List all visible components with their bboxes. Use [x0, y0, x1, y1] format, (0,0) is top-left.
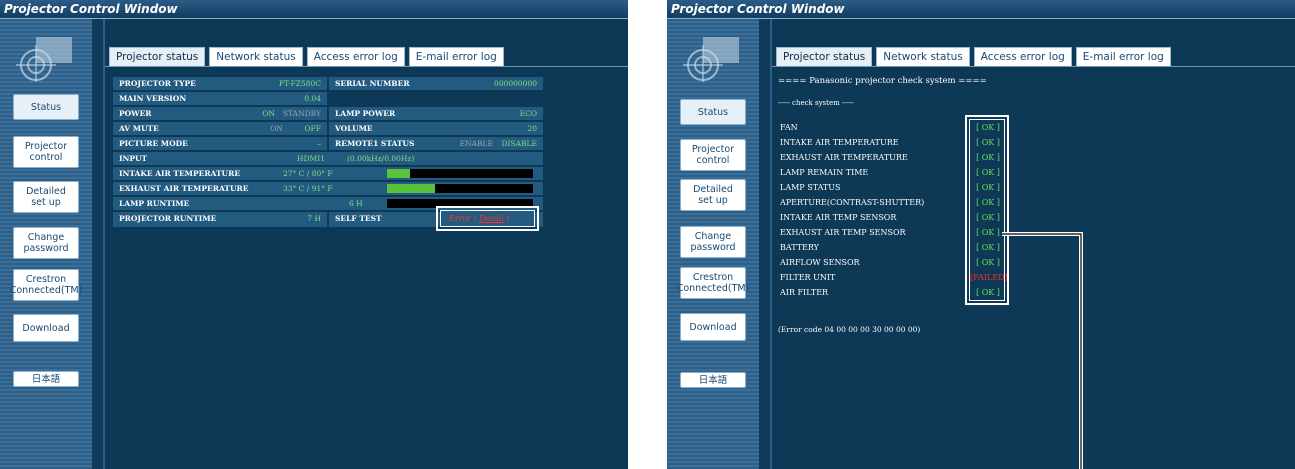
callout-connector: [1002, 232, 1083, 469]
